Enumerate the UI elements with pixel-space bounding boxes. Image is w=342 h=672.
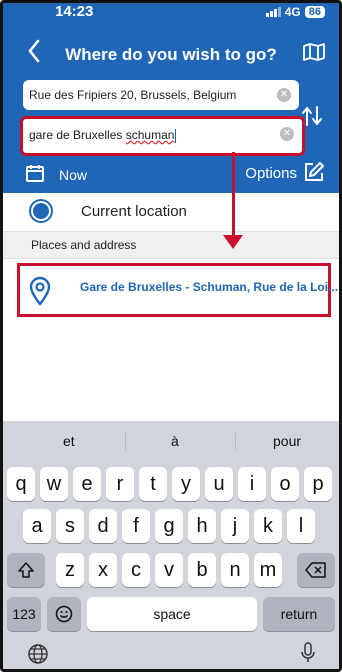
key-z[interactable]: z: [56, 553, 84, 587]
text-caret: [175, 128, 177, 143]
key-q[interactable]: q: [7, 467, 35, 501]
clear-icon[interactable]: ✕: [277, 88, 291, 102]
numbers-key[interactable]: 123: [7, 597, 41, 631]
suggestion-divider: [125, 433, 126, 451]
key-y[interactable]: y: [172, 467, 200, 501]
emoji-icon: [55, 605, 73, 623]
key-i[interactable]: i: [238, 467, 266, 501]
radio-selected-icon: [33, 203, 49, 219]
backspace-icon: [305, 562, 326, 578]
status-time: 14:23: [55, 3, 94, 20]
departure-time-button[interactable]: Now: [59, 167, 87, 183]
edit-icon[interactable]: [303, 161, 325, 188]
suggestion-1[interactable]: et: [63, 433, 75, 449]
section-title: Places and address: [31, 238, 137, 252]
to-field-text: gare de Bruxelles: [29, 128, 126, 142]
suggestion-3[interactable]: pour: [273, 433, 301, 449]
battery-badge: 86: [304, 6, 325, 18]
section-header: Places and address: [3, 231, 339, 259]
status-bar: 14:23 4G 86: [3, 3, 339, 21]
key-l[interactable]: l: [287, 509, 315, 543]
key-n[interactable]: n: [221, 553, 249, 587]
key-f[interactable]: f: [122, 509, 150, 543]
location-pin-icon: [28, 276, 52, 311]
keyboard-suggestions: et à pour: [3, 421, 339, 461]
signal-icon: [265, 7, 281, 17]
phone-frame: 14:23 4G 86 Where do you wish to go? Rue…: [0, 0, 342, 672]
search-result-text: Gare de Bruxelles - Schuman, Rue de la L…: [80, 280, 342, 294]
suggestion-divider: [235, 433, 236, 451]
swap-icon[interactable]: [301, 103, 323, 134]
key-p[interactable]: p: [304, 467, 332, 501]
emoji-key[interactable]: [47, 597, 81, 631]
annotation-arrow-head: [223, 235, 243, 249]
key-k[interactable]: k: [254, 509, 282, 543]
globe-icon[interactable]: [27, 643, 49, 669]
key-e[interactable]: e: [73, 467, 101, 501]
key-v[interactable]: v: [155, 553, 183, 587]
key-u[interactable]: u: [205, 467, 233, 501]
on-screen-keyboard: et à pour q w e r t y u i o p a s d f g …: [3, 421, 339, 669]
current-location-option[interactable]: Current location: [3, 193, 339, 229]
space-key[interactable]: space: [87, 597, 257, 631]
key-m[interactable]: m: [254, 553, 282, 587]
key-x[interactable]: x: [89, 553, 117, 587]
key-a[interactable]: a: [23, 509, 51, 543]
current-location-label: Current location: [81, 203, 187, 220]
suggestion-2[interactable]: à: [171, 433, 179, 449]
return-key[interactable]: return: [263, 597, 335, 631]
backspace-key[interactable]: [297, 553, 335, 587]
to-field-value: gare de Bruxelles schuman: [29, 128, 177, 143]
status-indicators: 4G 86: [265, 5, 325, 19]
key-w[interactable]: w: [40, 467, 68, 501]
key-d[interactable]: d: [89, 509, 117, 543]
key-h[interactable]: h: [188, 509, 216, 543]
to-field[interactable]: gare de Bruxelles schuman ✕: [20, 116, 305, 156]
key-c[interactable]: c: [122, 553, 150, 587]
page-title: Where do you wish to go?: [65, 45, 277, 64]
shift-icon: [18, 562, 34, 578]
clear-icon[interactable]: ✕: [280, 127, 294, 141]
from-field-value: Rue des Fripiers 20, Brussels, Belgium: [29, 88, 237, 102]
from-field[interactable]: Rue des Fripiers 20, Brussels, Belgium ✕: [23, 80, 299, 110]
key-g[interactable]: g: [155, 509, 183, 543]
key-s[interactable]: s: [56, 509, 84, 543]
annotation-arrow-line: [232, 152, 235, 238]
key-r[interactable]: r: [106, 467, 134, 501]
options-bar: Now Options: [3, 159, 339, 191]
network-label: 4G: [284, 5, 301, 19]
microphone-icon[interactable]: [299, 641, 317, 669]
key-j[interactable]: j: [221, 509, 249, 543]
calendar-icon[interactable]: [25, 163, 45, 188]
map-icon[interactable]: [303, 43, 325, 66]
key-t[interactable]: t: [139, 467, 167, 501]
to-field-misspelled-word: schuman: [125, 128, 175, 142]
key-o[interactable]: o: [271, 467, 299, 501]
options-button[interactable]: Options: [245, 165, 297, 182]
key-b[interactable]: b: [188, 553, 216, 587]
shift-key[interactable]: [7, 553, 45, 587]
nav-header: Where do you wish to go?: [3, 33, 339, 73]
search-result-item[interactable]: Gare de Bruxelles - Schuman, Rue de la L…: [17, 263, 339, 317]
